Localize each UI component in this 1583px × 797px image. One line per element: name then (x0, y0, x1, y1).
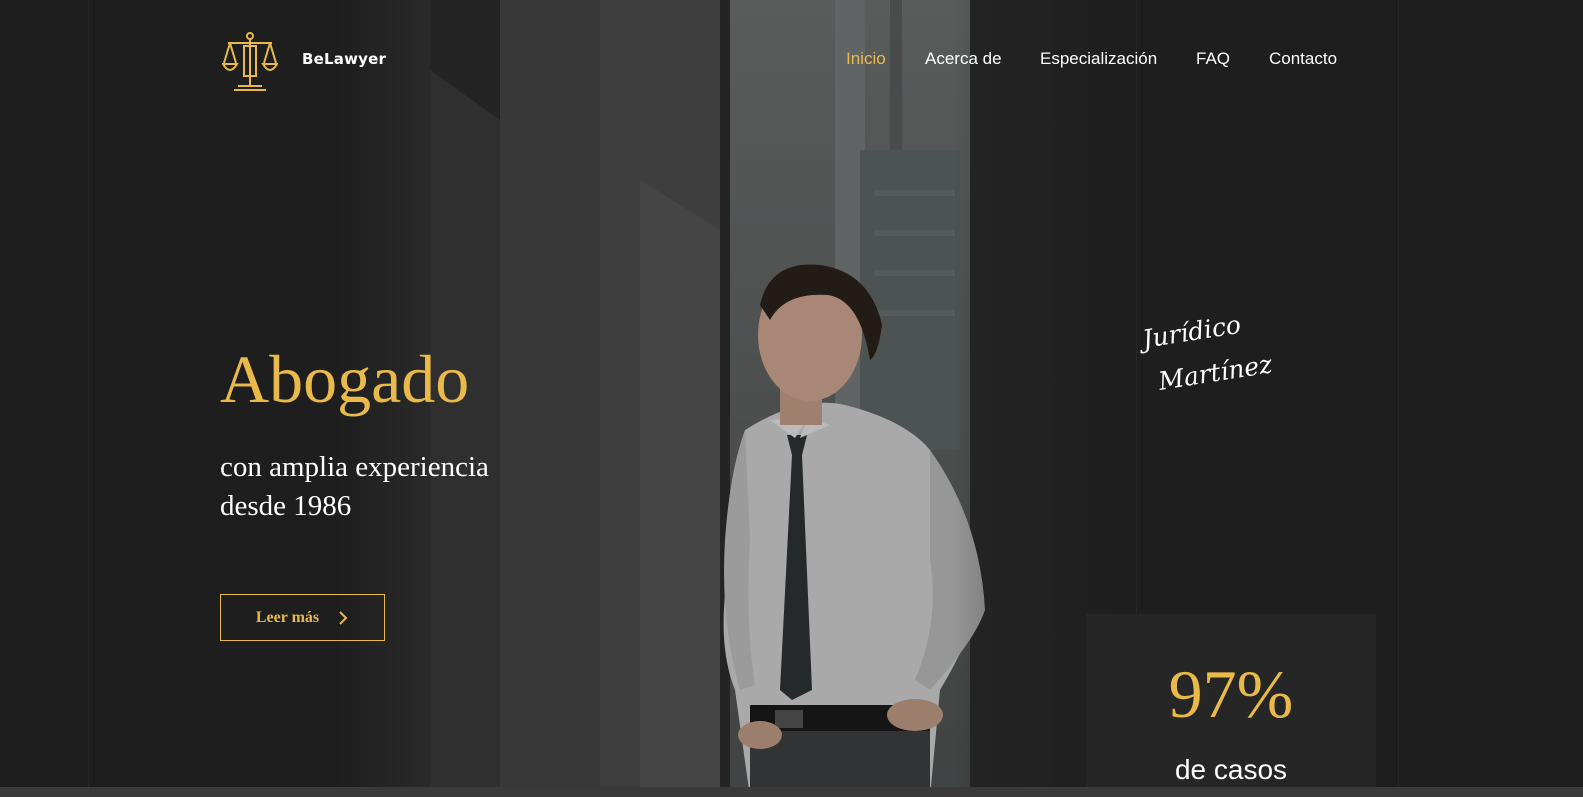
bottom-strip (0, 787, 1583, 797)
nav-item-acerca-de[interactable]: Acerca de (925, 49, 1002, 69)
read-more-label: Leer más (255, 608, 320, 626)
hero-section: BeLawyer Inicio Acerca de Especializació… (0, 0, 1583, 797)
hero-subtitle: con amplia experiencia desde 1986 (220, 448, 580, 526)
hero-subtitle-line2: desde 1986 (220, 490, 352, 522)
stat-card-content: 97% de casos (1086, 0, 1376, 797)
stat-value: 97% (1168, 656, 1294, 732)
grid-line (1398, 0, 1399, 797)
grid-line (88, 0, 89, 797)
hero-subtitle-line1: con amplia experiencia (220, 451, 489, 483)
chevron-right-icon (339, 610, 348, 625)
scales-of-justice-icon[interactable] (222, 30, 278, 92)
brand-name[interactable]: BeLawyer (302, 50, 386, 68)
read-more-button[interactable]: Leer más (220, 594, 385, 641)
stat-label: de casos (1174, 754, 1288, 785)
nav-item-inicio[interactable]: Inicio (846, 49, 886, 69)
hero-title: Abogado (220, 341, 470, 417)
